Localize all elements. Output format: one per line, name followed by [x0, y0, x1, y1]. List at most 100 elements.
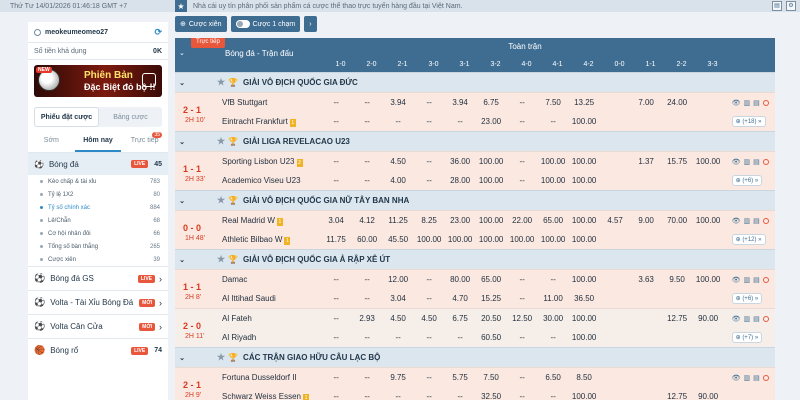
odds-cell[interactable]: 45.50	[383, 235, 414, 244]
chart-icon[interactable]: ▤	[753, 158, 760, 166]
odds-cell[interactable]: 8.50	[569, 373, 600, 382]
sidebar-subitem[interactable]: Tỷ lệ 1X2 80	[28, 188, 168, 201]
odds-cell[interactable]: 100.00	[569, 333, 600, 342]
odds-cell[interactable]: 9.50	[662, 275, 693, 284]
league-header[interactable]: ⌄ ★ 🏆 GIẢI VÔ ĐỊCH QUỐC GIA ĐỨC	[175, 72, 775, 92]
chevron-down-icon[interactable]: ⌄	[175, 197, 189, 205]
odds-cell[interactable]: 100.00	[476, 216, 507, 225]
home-team[interactable]: Fortuna Dusseldorf II	[222, 373, 321, 382]
odds-cell[interactable]: 4.12	[352, 216, 383, 225]
odds-cell[interactable]: 6.50	[538, 373, 569, 382]
stats-icon[interactable]: ▥	[744, 374, 751, 382]
odds-cell[interactable]: 23.00	[445, 216, 476, 225]
odds-cell[interactable]: 100.00	[507, 235, 538, 244]
odds-cell[interactable]: 12.75	[662, 392, 693, 400]
star-icon[interactable]: ★	[217, 195, 225, 206]
odds-cell[interactable]: 9.75	[383, 373, 414, 382]
record-icon[interactable]	[762, 276, 769, 283]
odds-cell[interactable]: 4.50	[383, 157, 414, 166]
odds-cell[interactable]: 60.00	[352, 235, 383, 244]
odds-cell[interactable]: 65.00	[476, 275, 507, 284]
odds-cell[interactable]: 13.25	[569, 98, 600, 107]
odds-cell[interactable]: 60.50	[476, 333, 507, 342]
odds-cell[interactable]: 11.75	[321, 235, 352, 244]
chart-icon[interactable]: ▤	[753, 99, 760, 107]
odds-cell[interactable]: 28.00	[445, 176, 476, 185]
stats-icon[interactable]: ▥	[744, 99, 751, 107]
odds-cell[interactable]: 100.00	[693, 216, 724, 225]
tab-early[interactable]: Sớm	[28, 137, 75, 152]
stats-icon[interactable]: ▥	[744, 217, 751, 225]
away-team[interactable]: Schwarz Weiss Essen 1	[222, 392, 321, 400]
more-markets-button[interactable]: ⊕ (+12) »	[731, 234, 766, 245]
odds-cell[interactable]: 8.25	[414, 216, 445, 225]
odds-cell[interactable]: 100.00	[569, 176, 600, 185]
odds-cell[interactable]: 3.94	[445, 98, 476, 107]
odds-cell[interactable]: 100.00	[538, 157, 569, 166]
tab-bet-list[interactable]: Bảng cược	[99, 107, 162, 127]
eye-icon[interactable]: 👁	[732, 99, 741, 107]
odds-cell[interactable]: 100.00	[476, 176, 507, 185]
parlay-button[interactable]: ⊕ Cược xiên	[175, 16, 227, 32]
sidebar-subitem[interactable]: Lẻ/Chẵn 68	[28, 214, 168, 227]
more-markets-button[interactable]: ⊕ (+6) »	[731, 293, 763, 304]
tab-bet-slip[interactable]: Phiếu đặt cược	[34, 107, 99, 127]
odds-cell[interactable]: 2.93	[352, 314, 383, 323]
chart-icon[interactable]: ▤	[753, 217, 760, 225]
odds-cell[interactable]: 100.00	[538, 235, 569, 244]
odds-cell[interactable]: 100.00	[569, 314, 600, 323]
odds-cell[interactable]: 4.50	[414, 314, 445, 323]
chart-icon[interactable]: ▤	[753, 374, 760, 382]
away-team[interactable]: Eintracht Frankfurt 1	[222, 117, 321, 127]
odds-cell[interactable]: 100.00	[693, 275, 724, 284]
odds-cell[interactable]: 36.50	[569, 294, 600, 303]
odds-cell[interactable]: 70.00	[662, 216, 693, 225]
sidebar-item-sport[interactable]: ⚽ Bóng đá GS LIVE ›	[28, 266, 168, 290]
odds-cell[interactable]: 5.75	[445, 373, 476, 382]
eye-icon[interactable]: 👁	[732, 315, 741, 323]
eye-icon[interactable]: 👁	[732, 158, 741, 166]
tab-live[interactable]: Trực tiếp 35	[121, 132, 168, 152]
sidebar-subitem[interactable]: Cược xiên 39	[28, 253, 168, 266]
record-icon[interactable]	[762, 315, 769, 322]
away-team[interactable]: Athletic Bilbao W1	[222, 235, 321, 245]
tab-today[interactable]: Hôm nay	[74, 137, 122, 152]
odds-cell[interactable]: 80.00	[445, 275, 476, 284]
record-icon[interactable]	[762, 99, 769, 106]
odds-cell[interactable]: 3.04	[383, 294, 414, 303]
odds-cell[interactable]: 4.50	[383, 314, 414, 323]
chevron-down-icon[interactable]: ⌄	[179, 49, 185, 57]
odds-cell[interactable]: 100.00	[569, 117, 600, 126]
odds-cell[interactable]: 3.94	[383, 98, 414, 107]
odds-cell[interactable]: 11.25	[383, 216, 414, 225]
league-header[interactable]: ⌄ ★ 🏆 GIẢI VÔ ĐỊCH QUỐC GIA Ả RẬP XÊ ÚT	[175, 249, 775, 269]
league-header[interactable]: ⌄ ★ 🏆 GIẢI LIGA REVELACAO U23	[175, 131, 775, 151]
odds-cell[interactable]: 7.50	[476, 373, 507, 382]
sidebar-subitem[interactable]: Tỷ số chính xác 884	[28, 201, 168, 214]
odds-cell[interactable]: 100.00	[476, 235, 507, 244]
record-icon[interactable]	[762, 374, 769, 381]
odds-cell[interactable]: 100.00	[569, 235, 600, 244]
eye-icon[interactable]: 👁	[732, 276, 741, 284]
home-team[interactable]: VfB Stuttgart	[222, 98, 321, 107]
odds-cell[interactable]: 11.00	[538, 294, 569, 303]
sidebar-subitem[interactable]: Cơ hội nhân đôi 66	[28, 227, 168, 240]
chart-icon[interactable]: ▤	[753, 276, 760, 284]
odds-cell[interactable]: 4.70	[445, 294, 476, 303]
away-team[interactable]: Al Riyadh	[222, 333, 321, 342]
chevron-down-icon[interactable]: ⌄	[175, 138, 189, 146]
promo-banner[interactable]: NEW Phiên Bản Đặc Biệt đỏ bộ !!	[34, 65, 162, 97]
record-icon[interactable]	[762, 158, 769, 165]
star-icon[interactable]: ★	[217, 352, 225, 363]
home-team[interactable]: Sporting Lisbon U23 2	[222, 157, 321, 167]
odds-cell[interactable]: 4.57	[600, 216, 631, 225]
stats-icon[interactable]: ▥	[744, 315, 751, 323]
sidebar-item-sport[interactable]: ⚽ Volta - Tài Xỉu Bóng Đá MỚI ›	[28, 290, 168, 314]
chart-icon[interactable]: ▤	[753, 315, 760, 323]
star-icon[interactable]: ★	[217, 136, 225, 147]
home-team[interactable]: Damac	[222, 275, 321, 284]
star-icon[interactable]: ★	[217, 77, 225, 88]
league-header[interactable]: ⌄ ★ 🏆 GIẢI VÔ ĐỊCH QUỐC GIA NỮ TÂY BAN NHA	[175, 190, 775, 210]
league-header[interactable]: ⌄ ★ 🏆 CÁC TRẬN GIAO HỮU CÂU LẠC BỘ	[175, 347, 775, 367]
odds-cell[interactable]: 100.00	[414, 235, 445, 244]
